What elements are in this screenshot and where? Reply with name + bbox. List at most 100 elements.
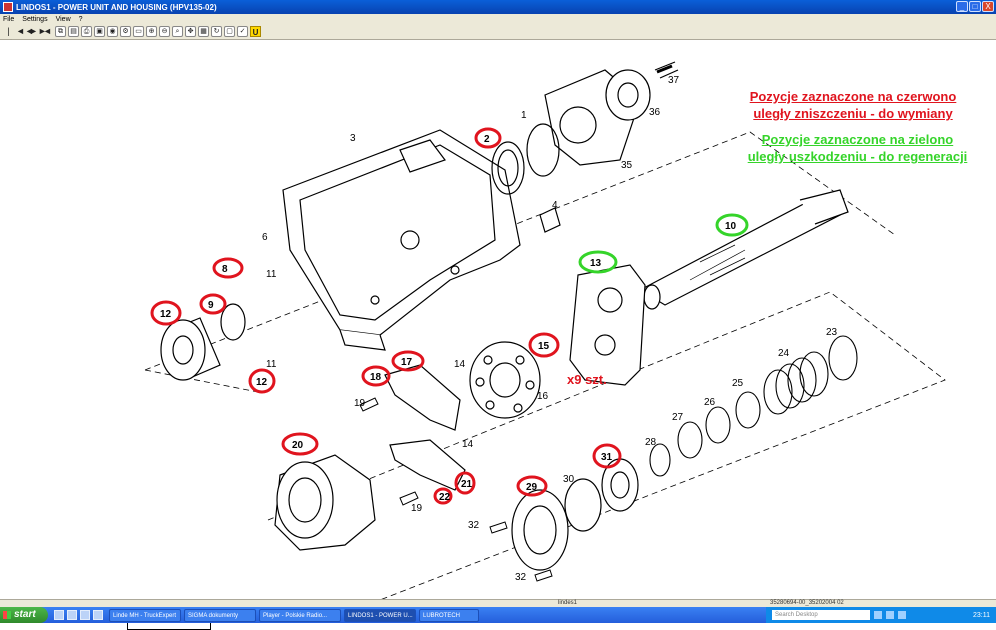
window-title: LINDOS1 - POWER UNIT AND HOUSING (HPV135… <box>16 2 217 12</box>
red-legend-line-1: Pozycje zaznaczone na czerwono <box>749 89 957 104</box>
part-number-label: 9 <box>208 300 214 311</box>
green-legend-line-2: uległy uszkodzeniu - do regeneracji <box>747 149 968 164</box>
task-list: Linde MH - TruckExpert SIGMA dokumenty P… <box>109 608 479 622</box>
zoom-out-icon[interactable]: ⊖ <box>159 26 170 37</box>
zoom-in-icon[interactable]: ⊕ <box>146 26 157 37</box>
task-button[interactable]: LUBROTECH <box>419 608 479 622</box>
start-label: start <box>14 609 36 620</box>
taskbar: start Linde MH - TruckExpert SIGMA dokum… <box>0 607 996 623</box>
part-number-label: 29 <box>526 482 538 493</box>
status-left: lindes1 <box>558 600 578 606</box>
menu-bar: File Settings View ? <box>0 14 996 24</box>
part-number-label: 30 <box>563 474 575 485</box>
check-icon[interactable]: ✓ <box>237 26 248 37</box>
menu-view[interactable]: View <box>56 16 71 23</box>
quick-launch-icon[interactable] <box>67 610 77 620</box>
part-number-label: 11 <box>266 359 277 370</box>
part-number-label: 4 <box>552 200 558 211</box>
minimize-button[interactable]: _ <box>956 1 968 12</box>
part-number-label: 16 <box>537 391 549 402</box>
desktop-search-input[interactable]: Search Desktop <box>772 610 870 620</box>
u-button[interactable]: U <box>250 26 261 37</box>
preview-icon[interactable]: ▣ <box>94 26 105 37</box>
part-number-label: 10 <box>725 221 737 232</box>
front-bearing <box>160 303 246 381</box>
clock: 23:11 <box>973 611 990 619</box>
window-icon[interactable]: ▭ <box>133 26 144 37</box>
quick-launch-icon[interactable] <box>80 610 90 620</box>
part-number-label: 17 <box>401 357 413 368</box>
part-number-label: 20 <box>292 440 304 451</box>
part-number-label: 6 <box>262 232 268 243</box>
part-number-label: 18 <box>370 372 382 383</box>
part-number-label: 28 <box>645 437 657 448</box>
tray-icon[interactable] <box>898 611 906 619</box>
task-button-active[interactable]: LINDOS1 - POWER U... <box>344 608 416 622</box>
part-number-label: 35 <box>621 160 633 171</box>
refresh-icon[interactable]: ↻ <box>211 26 222 37</box>
window-controls: _ □ X <box>956 1 994 12</box>
windows-logo-icon <box>3 611 11 619</box>
quick-launch-icon[interactable] <box>93 610 103 620</box>
zoom-icon[interactable]: ⌕ <box>172 26 183 37</box>
back-button[interactable]: ◄ <box>42 26 53 37</box>
task-button[interactable]: Player - Polskie Radio... <box>259 608 341 622</box>
red-legend-line-2: uległy zniszczeniu - do wymiany <box>753 106 953 121</box>
part-number-label: 37 <box>668 75 680 86</box>
menu-file[interactable]: File <box>3 16 14 23</box>
system-tray: Search Desktop 23:11 <box>766 607 996 623</box>
part-number-label: 26 <box>704 397 716 408</box>
task-button[interactable]: SIGMA dokumenty <box>184 608 256 622</box>
quantity-note: x9 szt. <box>567 372 607 387</box>
housing <box>282 129 521 351</box>
exploded-view-drawing: 28912121517182021222931101313461111 14141… <box>144 61 946 600</box>
part-number-label: 8 <box>222 264 228 275</box>
part-number-label: 2 <box>484 134 490 145</box>
part-number-label: 31 <box>601 452 613 463</box>
part-number-label: 12 <box>160 309 172 320</box>
menu-settings[interactable]: Settings <box>22 16 47 23</box>
first-page-button[interactable]: |◄ <box>3 26 14 47</box>
forward-button[interactable]: ►► <box>29 26 47 37</box>
task-button[interactable]: Linde MH - TruckExpert <box>109 608 181 622</box>
tray-icon[interactable] <box>886 611 894 619</box>
part-number-label: 14 <box>462 439 474 450</box>
swash-plates <box>384 364 466 491</box>
copy-icon[interactable]: ⧉ <box>55 26 66 37</box>
print-icon[interactable]: ⎙ <box>81 26 92 37</box>
quick-launch-icon[interactable] <box>54 610 64 620</box>
tray-icon[interactable] <box>874 611 882 619</box>
move-icon[interactable]: ✥ <box>185 26 196 37</box>
part-number-label: 27 <box>672 412 684 423</box>
shaft <box>638 189 849 310</box>
part-number-label: 11 <box>266 269 277 280</box>
rewind-button[interactable]: ◄◄ <box>16 26 34 37</box>
close-button[interactable]: X <box>982 1 994 12</box>
globe-icon[interactable]: ◉ <box>107 26 118 37</box>
part-number-label: 3 <box>350 133 356 144</box>
cylinder-block <box>469 341 541 419</box>
status-right: 35280694-00_35202004 02 <box>770 600 844 606</box>
part-number-label: 21 <box>461 479 473 490</box>
paste-icon[interactable]: ▤ <box>68 26 79 37</box>
rotor-housing <box>274 454 376 551</box>
quick-launch <box>54 610 103 620</box>
settings-icon[interactable]: ⚙ <box>120 26 131 37</box>
part-number-label: 19 <box>354 398 366 409</box>
grid-icon[interactable]: ▦ <box>198 26 209 37</box>
part-number-label: 12 <box>256 377 268 388</box>
title-bar: LINDOS1 - POWER UNIT AND HOUSING (HPV135… <box>0 0 996 14</box>
part-number-label: 32 <box>515 572 527 583</box>
select-icon[interactable]: ▢ <box>224 26 235 37</box>
spring-stack <box>649 335 858 477</box>
part-number-label: 32 <box>468 520 480 531</box>
maximize-button[interactable]: □ <box>969 1 981 12</box>
part-number-label: 24 <box>778 348 790 359</box>
part-number-label: 36 <box>649 107 661 118</box>
red-legend: Pozycje zaznaczone na czerwono uległy zn… <box>728 88 978 122</box>
toolbar: |◄ ◄◄ ►► ◄ ⧉ ▤ ⎙ ▣ ◉ ⚙ ▭ ⊕ ⊖ ⌕ ✥ ▦ ↻ ▢ ✓… <box>0 24 996 47</box>
part-number-label: 13 <box>590 258 602 269</box>
menu-help[interactable]: ? <box>79 16 83 23</box>
part-number-label: 22 <box>439 492 451 503</box>
start-button[interactable]: start <box>0 607 48 623</box>
